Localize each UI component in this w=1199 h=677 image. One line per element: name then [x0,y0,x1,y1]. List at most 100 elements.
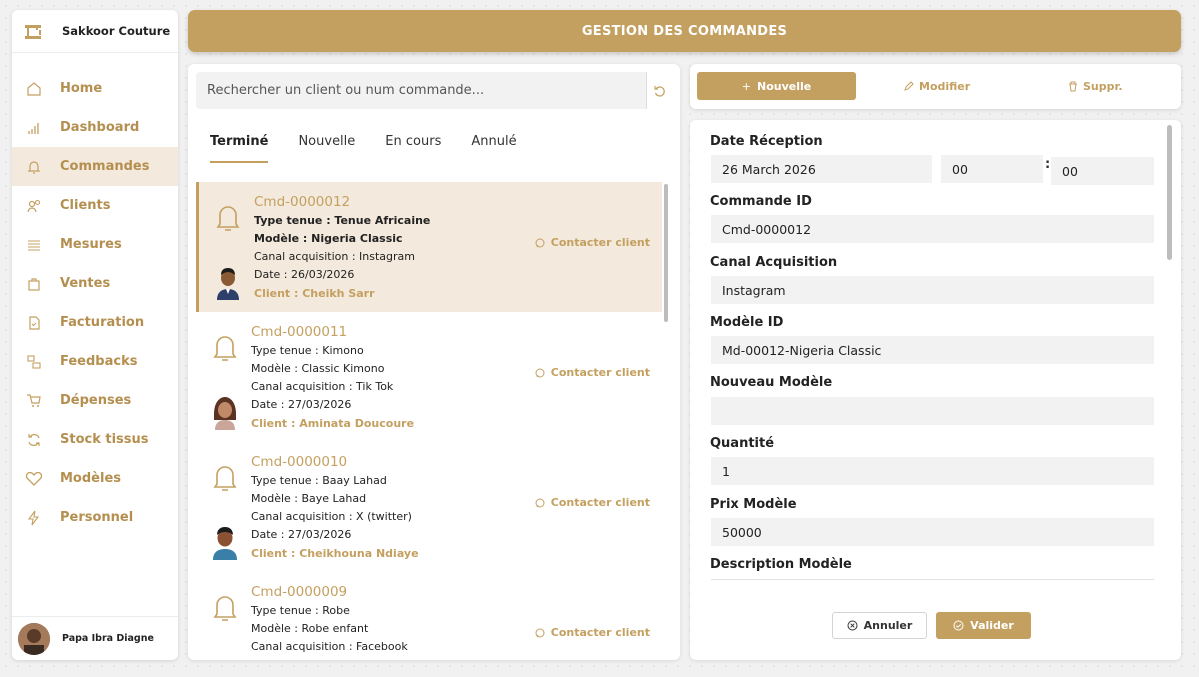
list-item[interactable]: Cmd-0000011 Type tenue : Kimono Modèle :… [196,312,662,442]
quantity-label: Quantité [710,436,775,451]
time-separator: : [1045,157,1051,172]
order-type: Type tenue : Kimono [251,344,364,357]
bar-chart-icon [24,118,44,138]
price-field[interactable]: 50000 [711,518,1154,546]
tab-annule[interactable]: Annulé [471,134,516,163]
orders-list: Cmd-0000012 Type tenue : Tenue Africaine… [196,182,662,660]
reset-icon[interactable] [646,72,672,109]
cancel-button[interactable]: Annuler [832,612,927,639]
sidebar-item-label: Mesures [60,237,122,252]
hour-field[interactable]: 00 [941,155,1043,183]
sidebar-item-label: Facturation [60,315,145,330]
home-icon [24,79,44,99]
order-id: Cmd-0000011 [251,324,348,340]
divider [711,579,1154,580]
heart-icon [24,469,44,489]
order-date: Date : 27/03/2026 [251,528,352,541]
sidebar-item-home[interactable]: Home [12,69,178,108]
order-type: Type tenue : Baay Lahad [251,474,387,487]
sidebar-item-label: Home [60,81,103,96]
search-bar [196,72,672,109]
order-id: Cmd-0000009 [251,584,348,600]
bell-icon [212,332,238,368]
new-order-button[interactable]: + Nouvelle [697,72,856,100]
search-input[interactable] [196,72,646,109]
pencil-icon [904,80,914,91]
order-channel: Canal acquisition : Tik Tok [251,380,394,393]
sidebar-item-label: Feedbacks [60,354,138,369]
client-avatar [213,264,243,300]
sidebar-item-modeles[interactable]: Modèles [12,459,178,498]
sidebar-item-mesures[interactable]: Mesures [12,225,178,264]
sidebar-item-label: Personnel [60,510,134,525]
delete-label: Suppr. [1083,79,1123,93]
order-channel: Canal acquisition : Facebook [251,640,408,653]
list-item[interactable]: Cmd-0000009 Type tenue : Robe Modèle : R… [196,572,662,660]
sidebar-item-dashboard[interactable]: Dashboard [12,108,178,147]
sidebar-item-label: Commandes [60,159,150,174]
sidebar-item-personnel[interactable]: Personnel [12,498,178,537]
contact-client-button[interactable]: Contacter client [535,366,650,379]
date-reception-field[interactable]: 26 March 2026 [711,155,932,183]
minute-field[interactable]: 00 [1051,157,1154,185]
trash-icon [1069,81,1077,91]
sewing-machine-icon [22,18,48,44]
order-client: Client : Aminata Doucoure [251,417,415,430]
order-channel: Canal acquisition : Instagram [254,250,416,263]
list-item[interactable]: Cmd-0000010 Type tenue : Baay Lahad Modè… [196,442,662,572]
page-header: GESTION DES COMMANDES [188,10,1181,52]
tab-termine[interactable]: Terminé [210,134,269,163]
sidebar-item-ventes[interactable]: Ventes [12,264,178,303]
form-scrollbar[interactable] [1167,125,1172,260]
quantity-field[interactable]: 1 [711,457,1154,485]
edit-button[interactable]: Modifier [903,72,970,100]
sidebar-item-commandes[interactable]: Commandes [12,147,178,186]
edit-label: Modifier [919,79,971,93]
sidebar-item-label: Modèles [60,471,122,486]
feedback-icon [24,352,44,372]
new-model-label: Nouveau Modèle [710,375,833,390]
contact-client-button[interactable]: Contacter client [535,236,650,249]
order-id-field[interactable]: Cmd-0000012 [711,215,1154,243]
order-id: Cmd-0000012 [254,194,351,210]
price-label: Prix Modèle [710,497,797,512]
tab-en-cours[interactable]: En cours [385,134,441,163]
contact-client-label: Contacter client [550,626,650,639]
sidebar-item-feedbacks[interactable]: Feedbacks [12,342,178,381]
chat-icon [535,498,545,507]
order-client: Client : Cheikh Sarr [254,287,375,300]
order-client: Client : Cheikhouna Ndiaye [251,547,419,560]
bag-icon [24,274,44,294]
orders-scrollbar[interactable] [664,184,668,322]
delete-button[interactable]: Suppr. [1068,72,1123,100]
tab-nouvelle[interactable]: Nouvelle [298,134,355,163]
list-item[interactable]: Cmd-0000012 Type tenue : Tenue Africaine… [196,182,662,312]
contact-client-button[interactable]: Contacter client [535,496,650,509]
cancel-label: Annuler [863,619,913,632]
sidebar-item-clients[interactable]: Clients [12,186,178,225]
description-label: Description Modèle [710,557,852,572]
validate-button[interactable]: Valider [936,612,1031,639]
user-profile[interactable]: Papa Ibra Diagne [12,616,178,660]
chat-icon [535,238,545,247]
invoice-icon [24,313,44,333]
sidebar-item-stock-tissus[interactable]: Stock tissus [12,420,178,459]
order-id: Cmd-0000010 [251,454,348,470]
channel-field[interactable]: Instagram [711,276,1154,304]
sidebar-item-label: Dashboard [60,120,140,135]
check-circle-icon [953,620,964,631]
contact-client-button[interactable]: Contacter client [535,626,650,639]
users-icon [24,196,44,216]
sidebar-item-depenses[interactable]: Dépenses [12,381,178,420]
action-bar: + Nouvelle Modifier Suppr. [690,64,1181,109]
sidebar-item-facturation[interactable]: Facturation [12,303,178,342]
order-channel: Canal acquisition : X (twitter) [251,510,412,523]
new-model-field[interactable] [711,397,1154,425]
model-id-field[interactable]: Md-00012-Nigeria Classic [711,336,1154,364]
validate-label: Valider [970,619,1014,632]
order-id-label: Commande ID [710,194,812,209]
bell-icon [212,462,238,498]
client-avatar [210,524,240,560]
contact-client-label: Contacter client [550,236,650,249]
user-name: Papa Ibra Diagne [62,633,154,644]
